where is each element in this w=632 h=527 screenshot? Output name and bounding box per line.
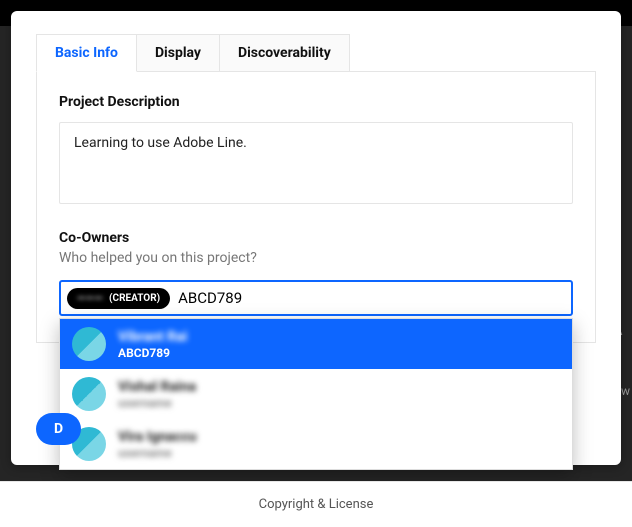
project-settings-modal: Basic Info Display Discoverability Proje…: [11, 11, 621, 465]
suggestion-text: Vibrant Rai ABCD789: [118, 329, 187, 360]
footer-text: Copyright & License: [259, 497, 374, 512]
avatar-icon: [72, 327, 106, 361]
suggestion-item[interactable]: Vibrant Rai ABCD789: [60, 319, 572, 369]
project-description-input[interactable]: Learning to use Adobe Line.: [59, 122, 573, 204]
tab-display[interactable]: Display: [137, 34, 220, 72]
suggestion-name: Vira Ignaccu: [118, 429, 197, 445]
tab-panel-basic: Project Description Learning to use Adob…: [36, 71, 596, 343]
suggestion-name: Vishal Raina: [118, 379, 196, 395]
page-footer: Copyright & License: [0, 481, 632, 527]
suggestion-name: Vibrant Rai: [118, 329, 187, 345]
co-owners-suggestions[interactable]: Vibrant Rai ABCD789 Vishal Raina usernam…: [59, 318, 573, 470]
suggestion-sub: ABCD789: [118, 346, 187, 360]
suggestion-sub: username: [118, 396, 196, 410]
co-owners-text-input[interactable]: [178, 287, 565, 309]
project-description-label: Project Description: [59, 94, 573, 110]
creator-chip-role: (CREATOR): [109, 293, 160, 304]
project-description-section: Project Description Learning to use Adob…: [59, 94, 573, 204]
tab-basic-info[interactable]: Basic Info: [36, 34, 137, 72]
suggestion-item[interactable]: Vira Ignaccu username: [60, 419, 572, 469]
suggestion-text: Vishal Raina username: [118, 379, 196, 410]
suggestion-item[interactable]: Vishal Raina username: [60, 369, 572, 419]
primary-action-button[interactable]: D: [36, 413, 81, 445]
co-owners-section: Co-Owners Who helped you on this project…: [59, 230, 573, 316]
creator-chip-name: ———: [77, 292, 103, 305]
suggestion-text: Vira Ignaccu username: [118, 429, 197, 460]
co-owners-input-wrap[interactable]: ——— (CREATOR): [59, 280, 573, 316]
tab-bar: Basic Info Display Discoverability: [36, 33, 596, 71]
co-owners-label: Co-Owners: [59, 230, 573, 246]
suggestion-sub: username: [118, 446, 197, 460]
co-owners-sublabel: Who helped you on this project?: [59, 250, 573, 266]
tab-discoverability[interactable]: Discoverability: [220, 34, 350, 72]
avatar-icon: [72, 377, 106, 411]
creator-chip[interactable]: ——— (CREATOR): [67, 288, 170, 309]
